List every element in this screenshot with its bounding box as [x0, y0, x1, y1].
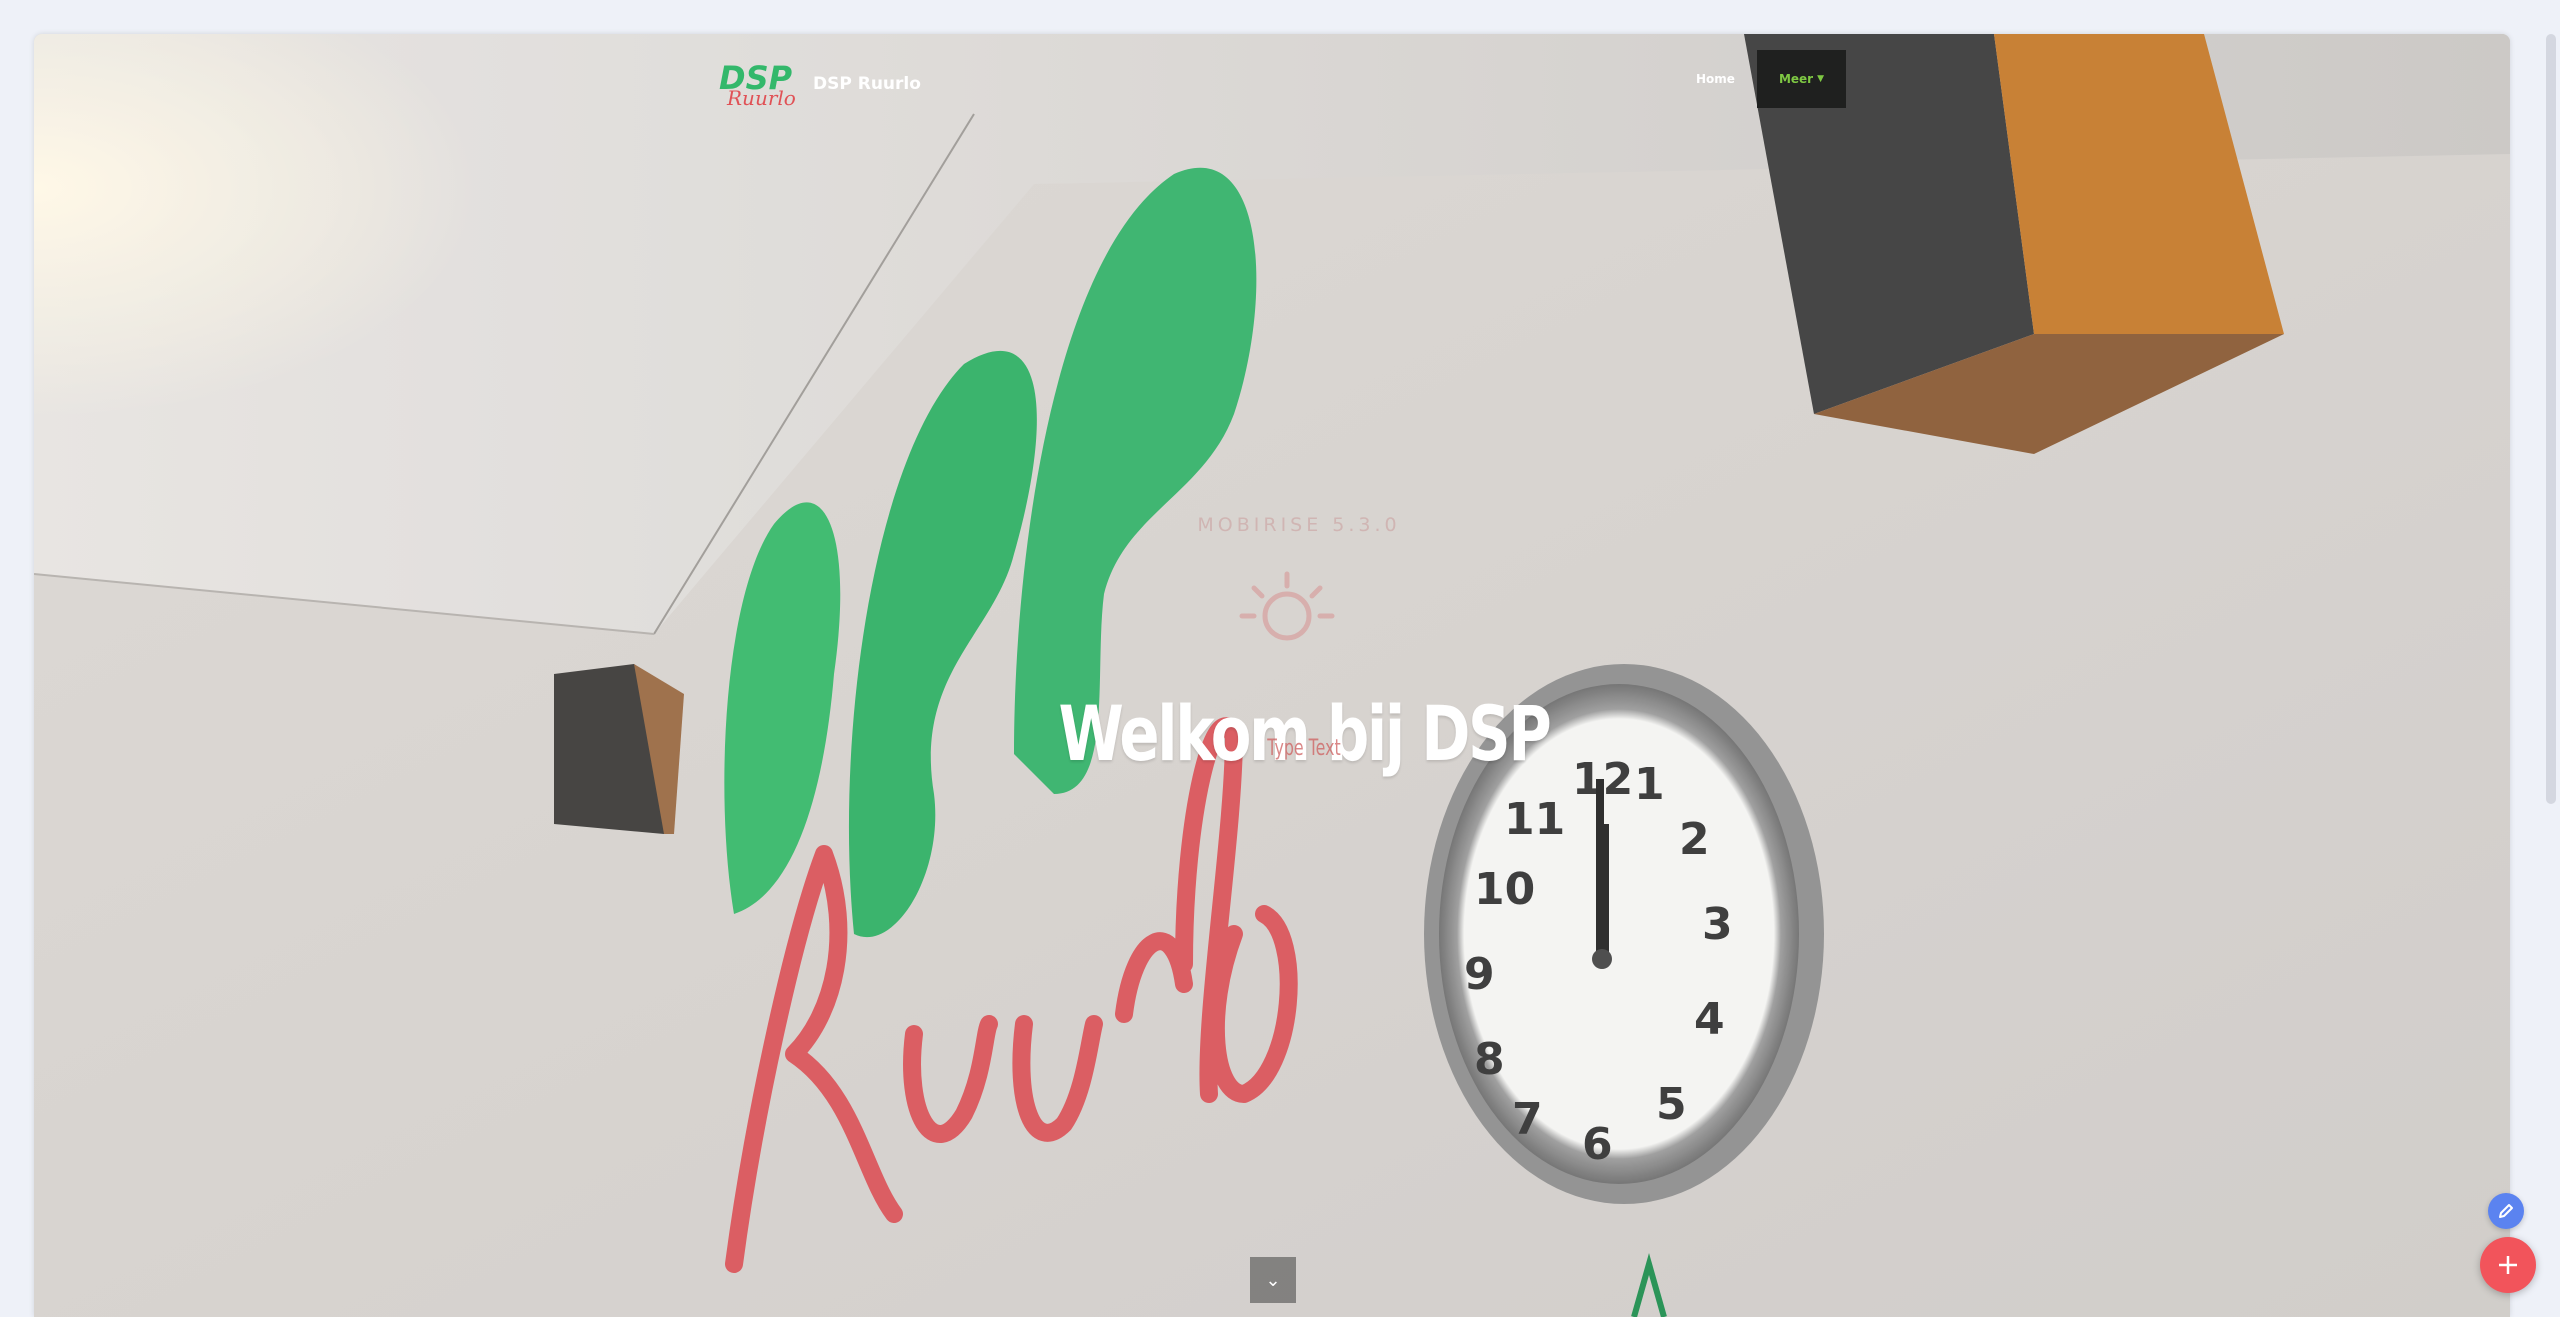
- page-scrollbar[interactable]: [2546, 34, 2556, 804]
- nav-link-home[interactable]: Home: [1674, 50, 1757, 108]
- page-frame: 121 23 45 67 89 1011 DSP Ruurlo DSP Ruur…: [34, 34, 2510, 1317]
- caret-down-icon: ▼: [1817, 74, 1824, 84]
- sun-icon: [1239, 571, 1335, 641]
- nav-dropdown-meer[interactable]: Meer ▼: [1756, 50, 1846, 108]
- add-block-button[interactable]: [2480, 1237, 2536, 1293]
- scroll-down-button[interactable]: ⌄: [1250, 1257, 1296, 1303]
- hero-title: Welkom bij DSP: [1058, 688, 1551, 778]
- edit-button[interactable]: [2488, 1193, 2524, 1229]
- plus-icon: [2499, 1256, 2517, 1274]
- nav-dropdown-meer-label: Meer: [1778, 72, 1814, 86]
- brand-logo[interactable]: DSP Ruurlo: [719, 59, 801, 110]
- ghost-version-text: MOBIRISE 5.3.0: [1197, 514, 1401, 536]
- hero-subtitle[interactable]: Type Text: [1232, 736, 1376, 761]
- nav-menu: Home Meer ▼: [1674, 50, 1846, 108]
- pencil-icon: [2499, 1204, 2513, 1218]
- nav-link-home-label: Home: [1696, 72, 1735, 86]
- brand[interactable]: DSP Ruurlo DSP Ruurlo: [719, 58, 921, 110]
- chevron-down-icon: ⌄: [1265, 1269, 1281, 1290]
- navbar: DSP Ruurlo DSP Ruurlo Home Meer ▼: [34, 34, 2510, 124]
- brand-name[interactable]: DSP Ruurlo: [813, 74, 921, 94]
- svg-text:Ruurlo: Ruurlo: [726, 86, 796, 109]
